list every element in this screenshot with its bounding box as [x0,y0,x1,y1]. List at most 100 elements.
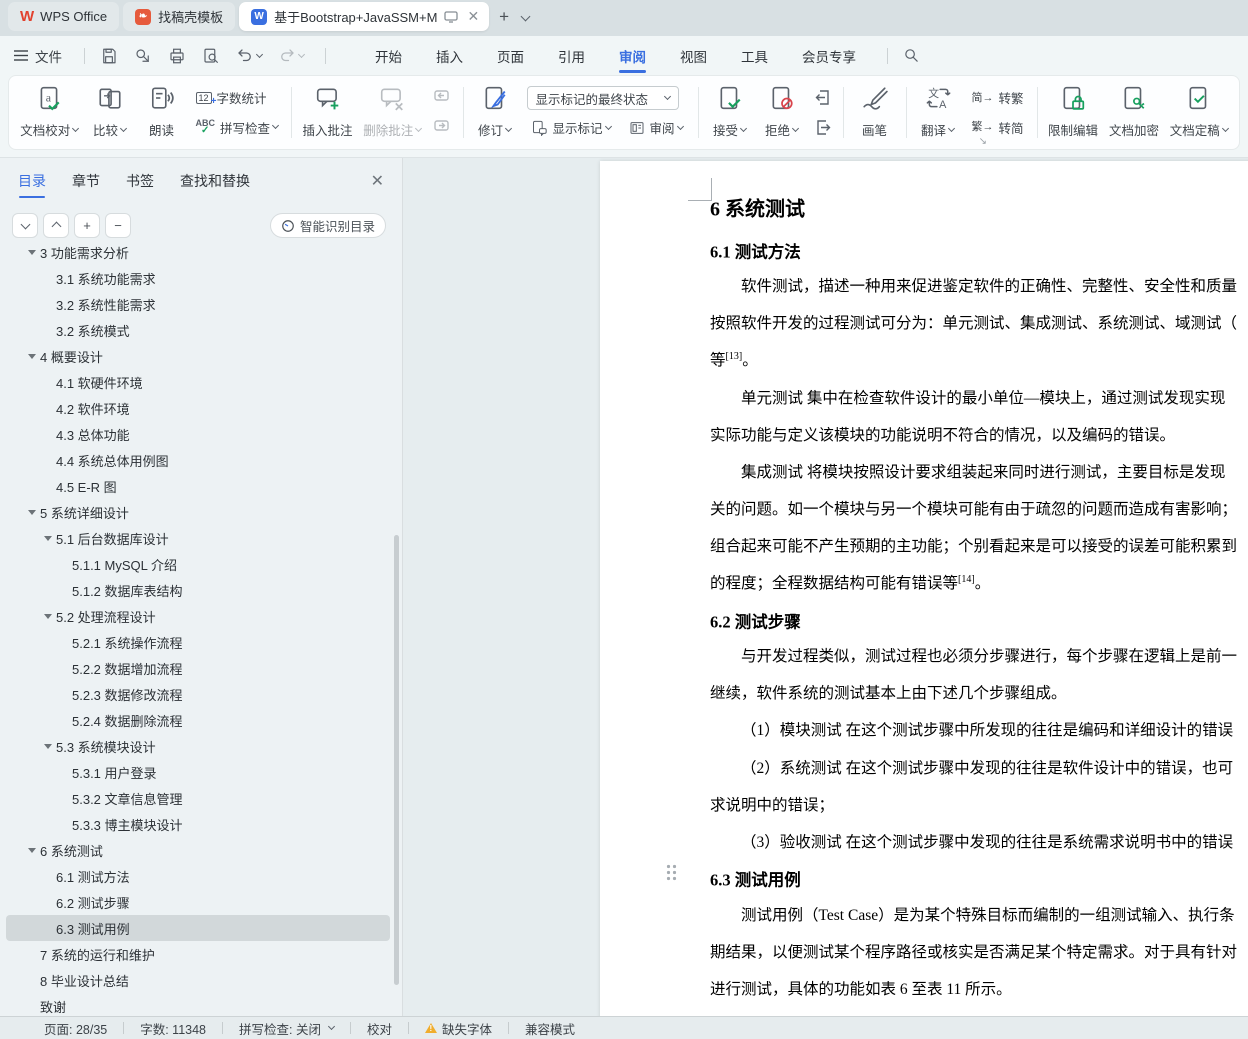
review-pane-button[interactable]: 审阅 [625,116,687,139]
tab-document[interactable]: W 基于Bootstrap+JavaSSM+M ✕ [239,2,490,31]
toc-item[interactable]: 6.2 测试步骤 [6,889,390,915]
close-sidebar-icon[interactable]: ✕ [371,171,384,191]
previous-revision-icon[interactable] [812,89,834,106]
menu-tools[interactable]: 工具 [724,40,785,72]
toc-item[interactable]: 5.1.1 MySQL 介绍 [6,551,390,577]
expand-triangle-icon[interactable] [24,353,40,359]
expand-triangle-icon[interactable] [24,249,40,255]
toc-item[interactable]: 5.1.2 数据库表结构 [6,577,390,603]
sidebar-scrollbar[interactable] [394,535,399,985]
insert-comment-button[interactable]: 插入批注 [297,81,358,144]
menu-view[interactable]: 视图 [663,40,724,72]
sidebar-tab-find-replace[interactable]: 查找和替换 [180,171,250,191]
toc-item[interactable]: 6.1 测试方法 [6,863,390,889]
menu-home[interactable]: 开始 [358,40,419,72]
spellcheck-status[interactable]: 拼写检查: 关闭 [239,1019,336,1038]
toc-item[interactable]: 5.2.4 数据删除流程 [6,707,390,733]
sidebar-tab-bookmarks[interactable]: 书签 [126,171,154,191]
toc-item[interactable]: 5.3.2 文章信息管理 [6,785,390,811]
expand-triangle-icon[interactable] [40,535,56,541]
toc-item[interactable]: 3.2 系统模式 [6,317,390,343]
close-tab-icon[interactable]: ✕ [465,8,481,25]
menu-member[interactable]: 会员专享 [785,40,873,72]
proofread-button[interactable]: 校对 [367,1019,392,1038]
print-icon[interactable] [163,44,191,68]
collapse-all-button[interactable] [12,213,38,238]
sidebar-tab-contents[interactable]: 目录 [18,171,46,198]
search-icon[interactable] [898,44,925,67]
toc-item[interactable]: 5.2.3 数据修改流程 [6,681,390,707]
menu-review[interactable]: 审阅 [602,40,663,73]
toc-item[interactable]: 8 毕业设计总结 [6,967,390,993]
word-count-indicator[interactable]: 字数: 11348 [140,1019,206,1038]
sidebar-tab-chapters[interactable]: 章节 [72,171,100,191]
show-markup-button[interactable]: 显示标记 [527,116,615,139]
menu-page[interactable]: 页面 [480,40,541,72]
expand-triangle-icon[interactable] [40,743,56,749]
toc-item[interactable]: 5.1 后台数据库设计 [6,525,390,551]
delete-comment-button[interactable]: 删除批注 [358,81,427,144]
print-preview-icon[interactable] [197,44,225,68]
toc-item[interactable]: 致谢 [6,993,390,1016]
expand-triangle-icon[interactable] [24,847,40,853]
encrypt-button[interactable]: 文档加密 [1104,81,1165,144]
new-tab-button[interactable]: + [493,7,515,27]
doc-proof-button[interactable]: a 文档校对 [15,81,84,144]
document-page[interactable]: 6 系统测试 6.1 测试方法 软件测试，描述一种用来促进鉴定软件的正确性、完整性、… [600,161,1248,1016]
compare-button[interactable]: 比较 [84,81,136,144]
zoom-out-toc-button[interactable]: − [105,213,131,238]
toc-item[interactable]: 4.4 系统总体用例图 [6,447,390,473]
compatibility-mode-indicator[interactable]: 兼容模式 [525,1019,575,1038]
desktop-icon[interactable] [444,10,459,23]
save-icon[interactable] [95,44,123,68]
toc-item[interactable]: 6 系统测试 [6,837,390,863]
next-revision-icon[interactable] [812,119,834,136]
toc-item[interactable]: 5 系统详细设计 [6,499,390,525]
previous-comment-icon[interactable] [431,89,454,106]
word-count-button[interactable]: 12 + 字数统计 [192,86,283,109]
toc-item[interactable]: 3.2 系统性能需求 [6,291,390,317]
toc-item[interactable]: 3.1 系统功能需求 [6,265,390,291]
expand-group-icon[interactable]: ↘ [979,136,987,147]
file-menu[interactable]: 文件 [14,46,62,66]
redo-icon[interactable] [273,44,309,68]
toc-item[interactable]: 5.2 处理流程设计 [6,603,390,629]
toc-item[interactable]: 4.2 软件环境 [6,395,390,421]
toc-item[interactable]: 6.3 测试用例 [6,915,390,941]
reject-button[interactable]: 拒绝 [756,81,808,144]
export-icon[interactable] [129,44,157,68]
track-changes-button[interactable]: 修订 [469,81,521,144]
undo-chevron-icon[interactable] [255,50,264,58]
expand-triangle-icon[interactable] [40,613,56,619]
missing-font-warning[interactable]: 缺失字体 [424,1019,492,1038]
expand-all-button[interactable] [43,213,69,238]
toc-item[interactable]: 5.3.3 博主模块设计 [6,811,390,837]
page-indicator[interactable]: 页面: 28/35 [44,1019,107,1038]
toc-item[interactable]: 7 系统的运行和维护 [6,941,390,967]
toc-item[interactable]: 3 功能需求分析 [6,239,390,265]
to-simplified-button[interactable]: 繁→ 转简 [968,116,1028,139]
document-canvas[interactable]: 6 系统测试 6.1 测试方法 软件测试，描述一种用来促进鉴定软件的正确性、完整性、… [403,158,1248,1016]
finalize-button[interactable]: 文档定稿 [1165,81,1234,144]
smart-toc-button[interactable]: 智能识别目录 [269,213,386,238]
tab-wps-home[interactable]: W WPS Office [8,2,120,31]
toc-item[interactable]: 5.2.1 系统操作流程 [6,629,390,655]
markup-state-select[interactable]: 显示标记的最终状态 [526,86,679,110]
restrict-edit-button[interactable]: 限制编辑 [1043,81,1104,144]
pen-button[interactable]: 画笔 [849,81,901,144]
read-aloud-button[interactable]: 朗读 [136,81,188,144]
toc-item[interactable]: 4 概要设计 [6,343,390,369]
toc-item[interactable]: 5.2.2 数据增加流程 [6,655,390,681]
menu-reference[interactable]: 引用 [541,40,602,72]
to-traditional-button[interactable]: 简→ 转繁 [968,86,1028,109]
drag-handle-icon[interactable] [666,864,677,881]
toc-item[interactable]: 5.3.1 用户登录 [6,759,390,785]
redo-chevron-icon[interactable] [297,50,306,58]
spell-check-button[interactable]: ABC ✓ 拼写检查 [192,116,283,139]
tab-list-chevron-icon[interactable] [520,11,531,22]
toc-item[interactable]: 4.5 E-R 图 [6,473,390,499]
accept-button[interactable]: 接受 [704,81,756,144]
menu-insert[interactable]: 插入 [419,40,480,72]
undo-icon[interactable] [231,44,267,68]
zoom-in-toc-button[interactable]: + [74,213,100,238]
